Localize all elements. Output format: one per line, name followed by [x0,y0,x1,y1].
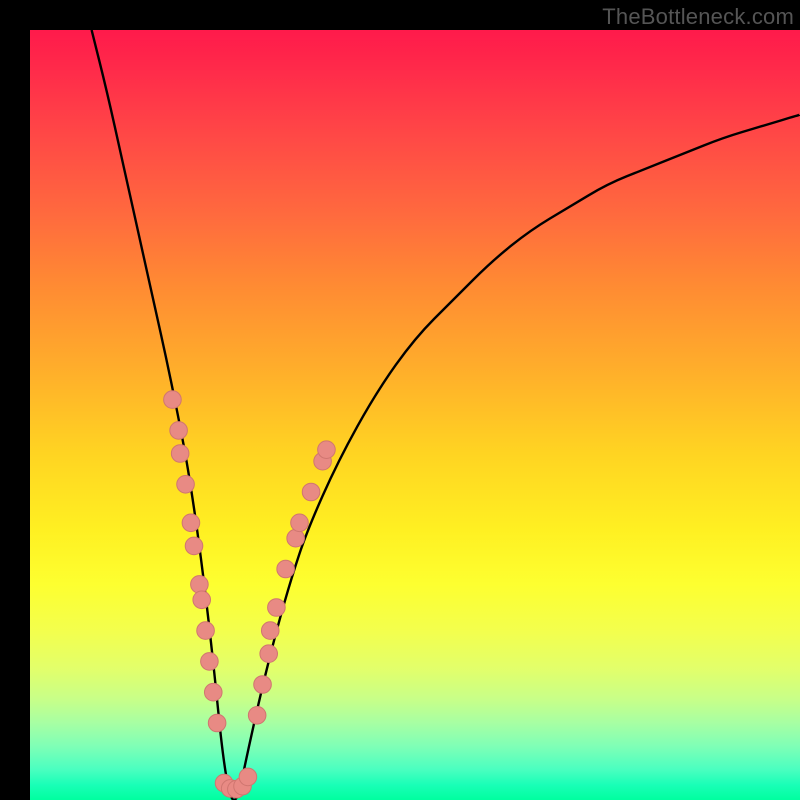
marker-dot [254,676,272,694]
marker-dot [171,445,189,463]
marker-dot [193,591,211,609]
marker-dot [191,576,209,594]
curve-layer [30,30,800,800]
data-markers [164,391,336,798]
marker-dot [261,622,279,640]
chart-frame: TheBottleneck.com [0,0,800,800]
marker-dot [260,645,278,663]
marker-dot [268,599,286,617]
marker-dot [318,441,336,459]
marker-dot [204,683,222,701]
marker-dot [248,707,266,725]
watermark-text: TheBottleneck.com [602,4,794,30]
marker-dot [287,529,305,547]
marker-dot [239,768,257,786]
marker-dot [208,714,226,732]
marker-dot [170,422,188,440]
marker-dot [302,483,320,501]
marker-dot [185,537,203,555]
marker-dot [201,653,219,671]
marker-dot [291,514,309,532]
marker-dot [197,622,215,640]
bottleneck-curve [92,30,800,800]
marker-dot [164,391,182,409]
marker-dot [277,560,295,578]
marker-dot [177,476,195,494]
plot-area [30,30,800,800]
marker-dot [182,514,200,532]
